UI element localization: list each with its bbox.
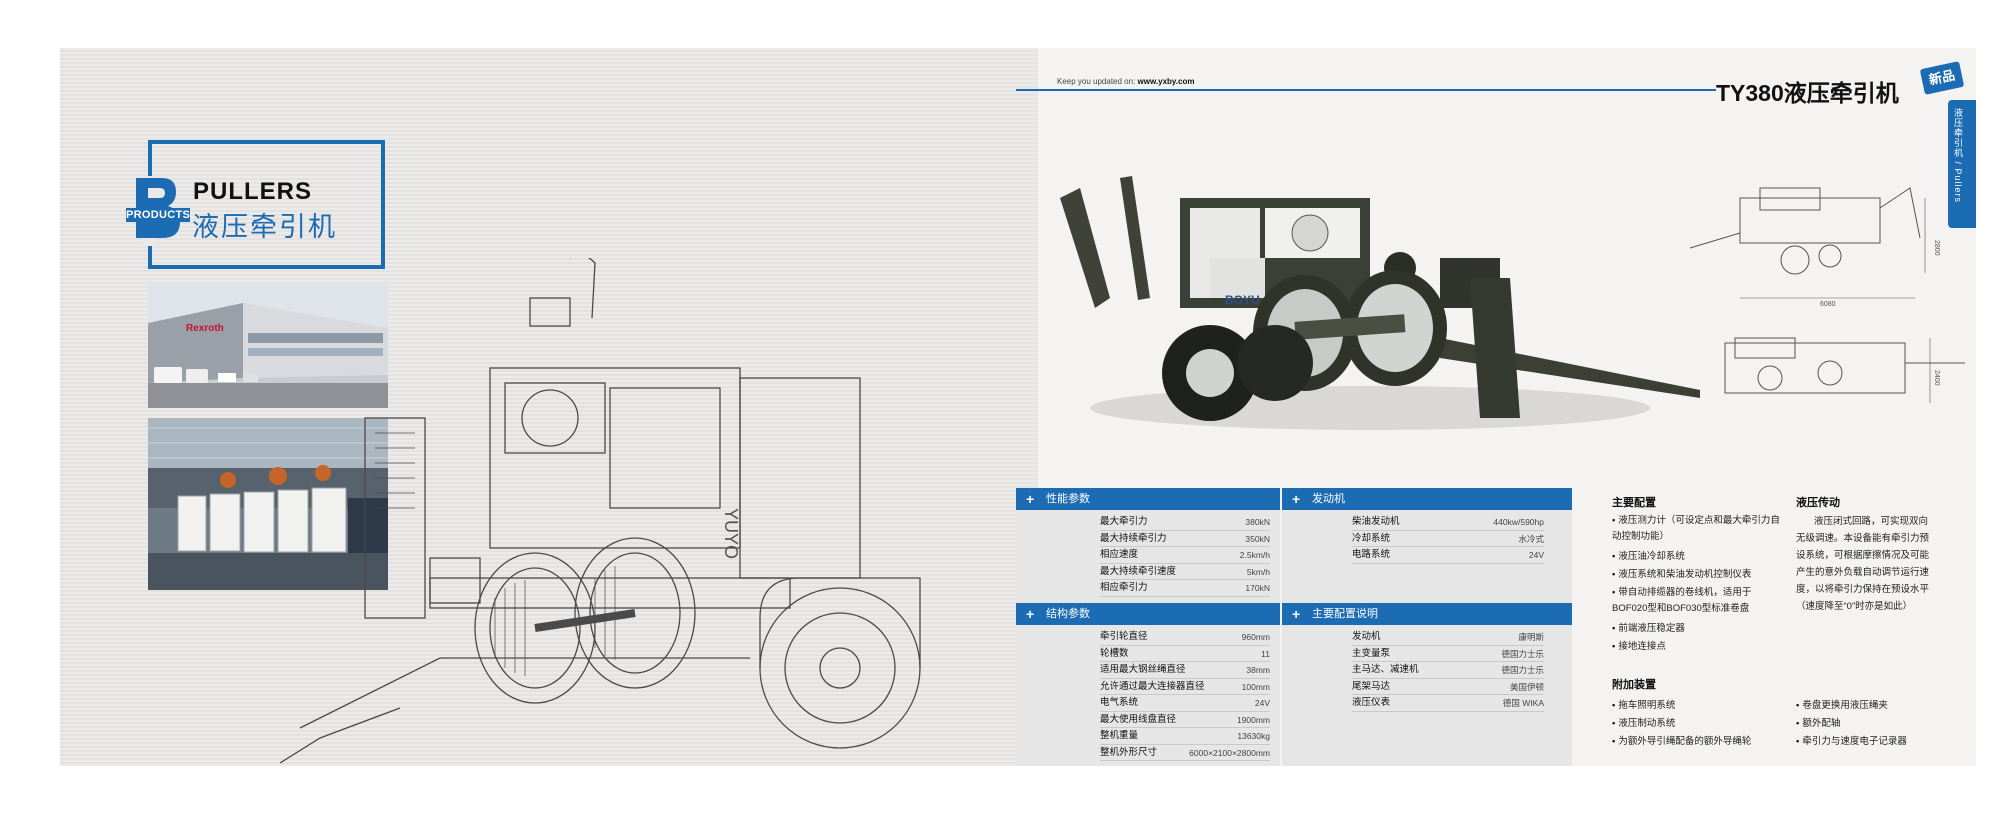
- tagline-url: www.yxby.com: [1137, 77, 1195, 86]
- table-row: 整机外形尺寸 6000×2100×2800mm: [1100, 745, 1270, 761]
- table-row: 最大持续牵引速度 5km/h: [1100, 564, 1270, 580]
- main-config-table: 发动机 康明斯 主变量泵 德国力士乐 主马达、减速机 德国力士乐 尾架马达 美国伊顿 液…: [1282, 625, 1572, 766]
- table-row: 主马达、减速机 德国力士乐: [1352, 662, 1544, 679]
- accessories-title: 附加装置: [1612, 679, 1656, 691]
- table-row: 电气系统 24V: [1100, 695, 1270, 712]
- table-row: 发动机 康明斯: [1352, 629, 1544, 646]
- product-title: TY380液压牵引机: [1716, 80, 1899, 106]
- hydraulic-text: 液压闭式回路，可实现双向无级调速。本设备能有牵引力预设系统，可根据摩擦情况及可能…: [1796, 516, 1930, 612]
- machine-photo: BOYU: [1060, 176, 1700, 430]
- key-features-title: 主要配置: [1612, 497, 1656, 509]
- table-row: 允许通过最大连接器直径 100mm: [1100, 679, 1270, 695]
- dimension-drawings: 6080 2800 2400: [1689, 187, 1965, 403]
- accessory-item: • 液压制动系统: [1612, 718, 1676, 729]
- accessory-item: • 卷盘更换用液压绳夹: [1796, 700, 1888, 711]
- feature-item: • 液压油冷却系统: [1612, 551, 1685, 562]
- machine-sketch: YUYO: [280, 258, 921, 764]
- plus-icon: +: [1292, 606, 1301, 622]
- machine-brand: BOYU: [1225, 293, 1260, 307]
- table-row: 轮槽数 11: [1100, 646, 1270, 662]
- engine-header: + 发动机: [1282, 488, 1572, 510]
- dim-length: 6080: [1820, 301, 1836, 308]
- sketch-brand-text: YUYO: [721, 508, 741, 559]
- products-label: PRODUCTS: [126, 208, 191, 222]
- plus-icon: +: [1026, 606, 1035, 622]
- table-row: 相应速度 2.5km/h: [1100, 547, 1270, 564]
- pullers-title-cn: 液压牵引机: [192, 212, 337, 242]
- structure-header: + 结构参数: [1016, 603, 1280, 625]
- accessory-item: • 为额外导引绳配备的额外导绳轮: [1612, 736, 1752, 747]
- tagline: Keep you updated on: www.yxby.com: [1057, 77, 1195, 86]
- accessory-item: • 牵引力与速度电子记录器: [1796, 736, 1907, 747]
- feature-item: • 液压系统和柴油发动机控制仪表: [1612, 569, 1752, 580]
- feature-item: • 带自动排缆器的卷线机，适用于BOF020型和BOF030型标准卷盘: [1612, 587, 1752, 614]
- feature-item: • 接地连接点: [1612, 641, 1666, 652]
- table-row: 电路系统 24V: [1352, 547, 1544, 564]
- hydraulic-title: 液压传动: [1796, 497, 1840, 509]
- dim-height: 2800: [1933, 240, 1940, 256]
- table-row: 牵引轮直径 960mm: [1100, 629, 1270, 646]
- table-row: 适用最大钢丝绳直径 38mm: [1100, 662, 1270, 679]
- rexroth-sign: Rexroth: [186, 323, 224, 334]
- table-row: 液压仪表 德国 WIKA: [1352, 695, 1544, 712]
- engine-table: 柴油发动机 440kw/590hp 冷却系统 水冷式 电路系统 24V: [1282, 510, 1572, 606]
- table-row: 冷却系统 水冷式: [1352, 531, 1544, 547]
- dim-height-top: 2400: [1933, 370, 1940, 386]
- feature-item: • 前端液压稳定器: [1612, 623, 1685, 634]
- main-config-header: + 主要配置说明: [1282, 603, 1572, 625]
- pullers-title: PULLERS: [193, 178, 313, 205]
- table-row: 尾架马达 美国伊顿: [1352, 679, 1544, 695]
- table-row: 相应牵引力 170kN: [1100, 580, 1270, 597]
- table-row: 主变量泵 德国力士乐: [1352, 646, 1544, 662]
- accessory-item: • 拖车照明系统: [1612, 700, 1676, 711]
- accessory-item: • 额外配轴: [1796, 718, 1841, 729]
- plus-icon: +: [1292, 491, 1301, 507]
- table-row: 最大持续牵引力 350kN: [1100, 531, 1270, 547]
- table-row: 柴油发动机 440kw/590hp: [1352, 514, 1544, 531]
- feature-item: • 液压测力计（可设定点和最大牵引力自动控制功能）: [1612, 515, 1780, 542]
- header-rule: [1016, 89, 1716, 91]
- performance-table: 最大牵引力 380kN 最大持续牵引力 350kN 相应速度 2.5km/h 最大持续…: [1016, 510, 1280, 606]
- plus-icon: +: [1026, 491, 1035, 507]
- table-row: 整机重量 13630kg: [1100, 728, 1270, 745]
- table-row: 最大使用线盘直径 1900mm: [1100, 712, 1270, 728]
- structure-table: 牵引轮直径 960mm 轮槽数 11 适用最大钢丝绳直径 38mm 允许通过最大连接器…: [1016, 625, 1280, 766]
- performance-header: + 性能参数: [1016, 488, 1280, 510]
- table-row: 最大牵引力 380kN: [1100, 514, 1270, 531]
